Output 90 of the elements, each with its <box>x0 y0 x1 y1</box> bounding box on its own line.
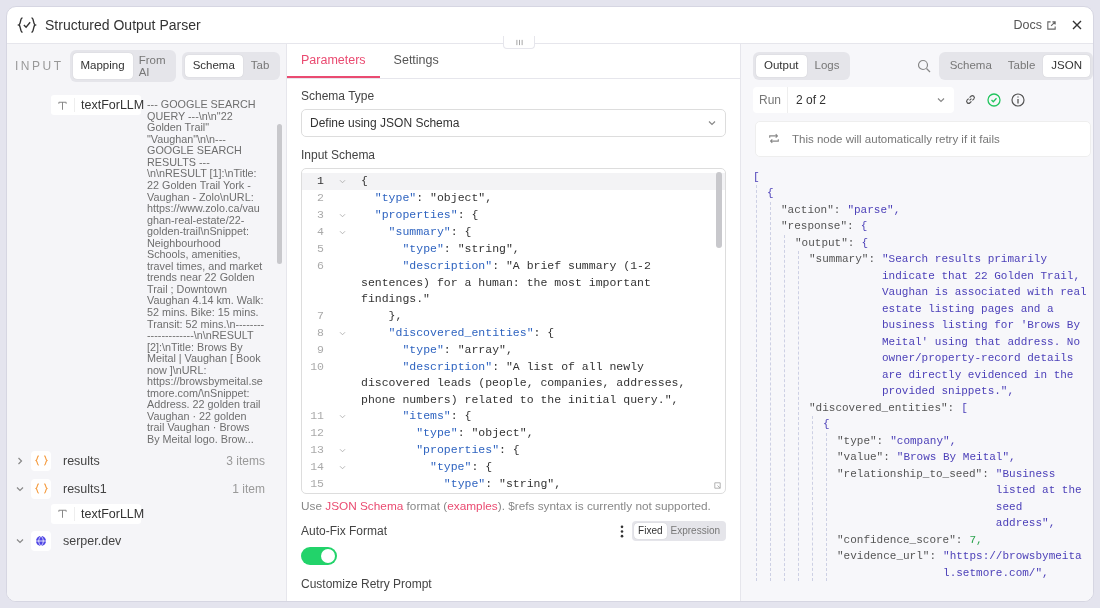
json-value: 7, <box>969 532 984 548</box>
json-key: "response": <box>781 218 854 235</box>
help-link[interactable]: examples <box>447 499 498 513</box>
json-value: "Brows By Meital", <box>896 450 1017 465</box>
line-number: 9 <box>316 341 324 358</box>
window-title: Structured Output Parser <box>45 17 202 33</box>
json-value: "https://browsbymeital.setmore.com/", <box>943 549 1083 581</box>
code-line: "description": "A list of all newly discovered leads (people, companies, addresses, phone numbers) related to the initial query.", <box>361 358 687 408</box>
json-key: "output": <box>795 234 855 251</box>
code-line: "type": "object", <box>415 425 535 441</box>
output-tab[interactable]: Output <box>756 55 807 77</box>
json-key: "type": <box>837 432 884 449</box>
json-key: "relationship_to_seed": <box>837 465 989 532</box>
line-number: 3 <box>316 207 324 223</box>
field-label: Schema Type <box>301 89 376 103</box>
line-number: 1 <box>316 173 324 189</box>
json-key: "discovered_entities": <box>809 399 955 416</box>
json-bracket: { <box>767 186 774 201</box>
code-line: { <box>361 173 369 189</box>
code-line: }, <box>387 307 404 324</box>
code-line: "type": "string", <box>401 241 521 257</box>
field-key-chip[interactable]: textForLLM <box>51 503 141 524</box>
field-value: --- GOOGLE SEARCH QUERY ---\n\n"22 Golden Trail" "Vaughan"\n\n--- GOOGLE SEARCH RESULTS ---\n\nRESULT [1]:\nTitle: 22 Golden Trail York - Vaughan - Zolo\nURL: https://www.zolo.ca/vaughan-real-estate/22-golden-trail\nSnippet: Neighbourhood Schools, amenities, travel times, and market trends near 22 Golden Trail ; Downtown Vaughan 4.14 km. Walk: 52 mins. Bike: 15 mins. Transit: 52 mins.\n---------------------\n\nRESULT [2]:\nTitle: Brows By Meital | Vaughan [ Book now ]\nURL: https://browsbymeital.setmore.com/\nSnippet: Address. 22 golden trail Vaughan · 22 golden trail Vaughan · Brows By Meital logo. Brow... <box>147 97 265 446</box>
json-bracket: [ <box>961 400 968 416</box>
panel-tab[interactable]: Parameters <box>287 44 380 78</box>
input-label: INPUT <box>15 59 64 74</box>
code-line: "properties": { <box>373 207 480 223</box>
format-tab[interactable]: Table <box>999 55 1044 77</box>
field-name: textForLLM <box>74 98 145 113</box>
json-key: "confidence_score": <box>837 531 963 548</box>
json-bracket: { <box>861 235 869 251</box>
line-number: 6 <box>316 258 324 274</box>
format-tab[interactable]: JSON <box>1043 55 1090 77</box>
line-number: 4 <box>316 224 324 240</box>
code-line: "description": "A brief summary (1-2 sentences) for a human: the most important findings." <box>361 258 652 307</box>
line-number: 2 <box>316 190 324 206</box>
line-number: 8 <box>316 324 324 341</box>
field-label: Auto-Fix Format <box>301 524 387 538</box>
code-line: "type": "string", <box>442 476 563 492</box>
value-mode-tab[interactable]: Fixed <box>634 523 667 539</box>
json-value: "Search results primarily indicate that 22 Golden Trail, Vaughan is associated with real estate listing pages and a business listing for 'Brows By Meital' using that address. No owner/property-record details are directly evidenced in the provided snippets.", <box>882 252 1087 399</box>
code-line: "summary": { <box>387 224 473 240</box>
help-text: Use JSON Schema format (examples). $refs syntax is currently not supported. <box>301 499 712 513</box>
line-number: 14 <box>309 459 324 475</box>
panel-tab[interactable]: Settings <box>379 44 453 78</box>
json-bracket: { <box>860 219 868 234</box>
line-number: 10 <box>309 358 324 375</box>
docs-link[interactable]: Docs <box>1013 18 1057 32</box>
schema-type-select[interactable]: Define using JSON Schema <box>301 109 726 137</box>
output-tab[interactable]: Logs <box>806 55 848 77</box>
item-count: 3 items <box>226 453 265 468</box>
json-bracket: { <box>823 417 830 432</box>
code-line: "discovered_entities": { <box>387 324 556 341</box>
code-line: "type": { <box>429 459 494 475</box>
code-line: "properties": { <box>415 442 521 458</box>
run-select[interactable]: 2 of 2 <box>788 86 954 113</box>
node-name[interactable]: results1 <box>57 481 227 496</box>
mode-tab[interactable]: Mapping <box>72 53 133 80</box>
line-number: 7 <box>316 307 324 324</box>
json-key: "summary": <box>809 251 875 400</box>
code-line: "type": "array", <box>401 341 514 358</box>
node-name[interactable]: results <box>57 453 221 468</box>
code-line: "items": { <box>401 408 473 424</box>
node-name[interactable]: serper.dev <box>57 533 265 548</box>
value-mode-tab[interactable]: Expression <box>666 523 724 539</box>
field-label: Input Schema <box>301 148 377 162</box>
field-key-chip[interactable]: textForLLM <box>51 95 141 116</box>
line-number: 11 <box>309 408 324 424</box>
json-value: "parse", <box>847 202 902 218</box>
notice-text: This node will automatically retry if it fails <box>792 132 1000 145</box>
item-count: 1 item <box>232 481 265 496</box>
format-tab[interactable]: Schema <box>941 55 1000 77</box>
line-number: 5 <box>316 241 324 257</box>
mode-tab[interactable]: From AI <box>132 53 173 80</box>
field-label: Customize Retry Prompt <box>301 577 433 591</box>
json-bracket: [ <box>753 169 760 185</box>
json-key: "value": <box>837 449 890 466</box>
view-tab[interactable]: Tab <box>242 55 278 77</box>
json-key: "action": <box>781 201 841 218</box>
line-number: 15 <box>309 476 324 492</box>
view-tab[interactable]: Schema <box>184 55 243 77</box>
line-number: 13 <box>309 442 324 458</box>
run-label: Run <box>753 86 788 113</box>
line-number: 12 <box>309 425 324 441</box>
help-link[interactable]: JSON Schema <box>325 499 404 513</box>
json-value: "Business listed at the seed address", <box>995 466 1083 531</box>
json-key: "evidence_url": <box>837 548 937 581</box>
field-name: textForLLM <box>74 506 145 521</box>
json-value: "company", <box>890 433 958 449</box>
code-line: "type": "object", <box>373 190 494 206</box>
